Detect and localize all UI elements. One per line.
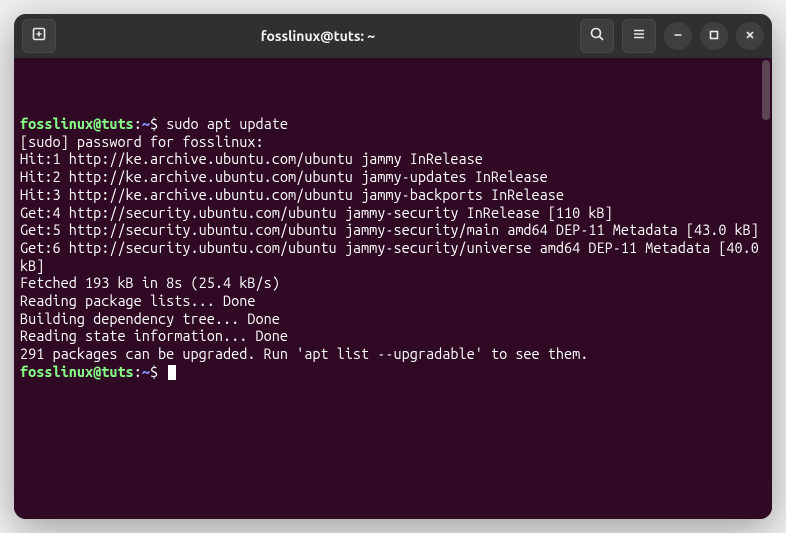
- menu-button[interactable]: [622, 19, 656, 53]
- output-line: Hit:1 http://ke.archive.ubuntu.com/ubunt…: [20, 150, 766, 168]
- prompt-separator: :: [134, 115, 142, 132]
- prompt-dollar: $: [150, 115, 158, 132]
- title-bar: fosslinux@tuts: ~: [14, 14, 772, 58]
- cursor: [168, 365, 176, 380]
- title-bar-left: [22, 19, 56, 53]
- prompt-path: ~: [142, 363, 150, 380]
- terminal-window: fosslinux@tuts: ~: [14, 14, 772, 519]
- search-button[interactable]: [580, 19, 614, 53]
- hamburger-menu-icon: [631, 26, 647, 46]
- close-icon: [744, 27, 756, 45]
- output-line: Reading state information... Done: [20, 327, 766, 345]
- close-button[interactable]: [736, 22, 764, 50]
- maximize-button[interactable]: [700, 22, 728, 50]
- output-line: Get:6 http://security.ubuntu.com/ubuntu …: [20, 239, 766, 274]
- output-line: Fetched 193 kB in 8s (25.4 kB/s): [20, 274, 766, 292]
- output-line: Get:5 http://security.ubuntu.com/ubuntu …: [20, 221, 766, 239]
- output-line: Hit:2 http://ke.archive.ubuntu.com/ubunt…: [20, 168, 766, 186]
- output-line: Reading package lists... Done: [20, 292, 766, 310]
- prompt-line-2: fosslinux@tuts:~$: [20, 363, 766, 381]
- prompt-path: ~: [142, 115, 150, 132]
- output-line: Get:4 http://security.ubuntu.com/ubuntu …: [20, 204, 766, 222]
- scrollbar-thumb[interactable]: [762, 60, 770, 120]
- command-text: sudo apt update: [158, 115, 288, 132]
- minimize-icon: [672, 27, 684, 45]
- minimize-button[interactable]: [664, 22, 692, 50]
- title-bar-right: [580, 19, 764, 53]
- prompt-dollar: $: [150, 363, 158, 380]
- prompt-line-1: fosslinux@tuts:~$ sudo apt update: [20, 115, 766, 133]
- new-tab-button[interactable]: [22, 19, 56, 53]
- terminal-viewport[interactable]: fosslinux@tuts:~$ sudo apt update[sudo] …: [14, 58, 772, 519]
- new-tab-icon: [31, 26, 47, 46]
- output-line: [sudo] password for fosslinux:: [20, 133, 766, 151]
- command-value: sudo apt update: [166, 115, 288, 132]
- output-line: Hit:3 http://ke.archive.ubuntu.com/ubunt…: [20, 186, 766, 204]
- maximize-icon: [708, 27, 720, 45]
- search-icon: [589, 26, 605, 46]
- prompt-user-host: fosslinux@tuts: [20, 363, 134, 380]
- prompt-user-host: fosslinux@tuts: [20, 115, 134, 132]
- output-line: Building dependency tree... Done: [20, 310, 766, 328]
- output-line: 291 packages can be upgraded. Run 'apt l…: [20, 345, 766, 363]
- prompt-separator: :: [134, 363, 142, 380]
- window-title: fosslinux@tuts: ~: [64, 28, 572, 44]
